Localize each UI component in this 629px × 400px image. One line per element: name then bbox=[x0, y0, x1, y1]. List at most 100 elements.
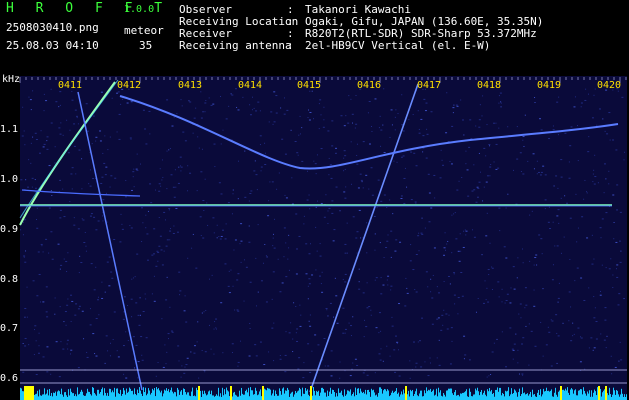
level-bar-segment bbox=[473, 394, 474, 400]
level-bar-segment bbox=[161, 390, 162, 400]
level-bar-segment bbox=[317, 391, 318, 400]
level-bar-segment bbox=[417, 395, 418, 400]
level-bar-segment bbox=[146, 395, 147, 400]
noise-speck bbox=[272, 123, 274, 125]
noise-speck bbox=[449, 283, 451, 285]
noise-speck bbox=[171, 331, 174, 333]
noise-speck bbox=[574, 280, 576, 282]
noise-speck bbox=[92, 178, 94, 180]
noise-speck bbox=[256, 189, 258, 191]
noise-speck bbox=[550, 365, 553, 367]
noise-speck bbox=[425, 271, 428, 273]
noise-speck bbox=[469, 119, 472, 121]
noise-speck bbox=[101, 215, 103, 217]
noise-speck bbox=[62, 188, 64, 190]
level-bar-segment bbox=[337, 396, 338, 400]
level-bar-segment bbox=[530, 391, 531, 400]
level-bar-segment bbox=[148, 388, 149, 400]
noise-speck bbox=[378, 127, 380, 129]
noise-speck bbox=[92, 115, 95, 117]
noise-speck bbox=[254, 344, 257, 346]
level-bar-segment bbox=[58, 390, 59, 400]
level-bar-segment bbox=[168, 389, 169, 400]
noise-speck bbox=[249, 322, 251, 324]
level-bar-segment bbox=[440, 390, 441, 400]
level-bar-segment bbox=[469, 388, 470, 400]
noise-speck bbox=[307, 343, 310, 345]
noise-speck bbox=[40, 243, 43, 245]
level-bar-segment bbox=[218, 387, 219, 400]
noise-speck bbox=[111, 97, 113, 99]
noise-speck bbox=[46, 136, 49, 138]
noise-speck bbox=[593, 296, 595, 298]
level-bar-segment bbox=[585, 393, 586, 400]
noise-speck bbox=[153, 300, 156, 302]
noise-speck bbox=[505, 207, 507, 209]
noise-speck bbox=[318, 103, 320, 105]
noise-speck bbox=[457, 250, 460, 252]
level-bar-segment bbox=[444, 394, 445, 400]
noise-speck bbox=[556, 362, 558, 364]
level-bar-segment bbox=[520, 396, 521, 400]
noise-speck bbox=[368, 306, 371, 308]
noise-speck bbox=[333, 229, 336, 231]
noise-speck bbox=[119, 241, 122, 243]
noise-speck bbox=[271, 327, 274, 329]
noise-speck bbox=[59, 133, 62, 135]
noise-speck bbox=[59, 306, 61, 308]
noise-speck bbox=[70, 320, 72, 322]
noise-speck bbox=[162, 176, 164, 178]
level-bar-segment bbox=[463, 392, 464, 400]
level-bar-segment bbox=[36, 393, 37, 400]
level-bar-segment bbox=[85, 395, 86, 400]
level-bar-segment bbox=[379, 387, 380, 400]
noise-speck bbox=[344, 273, 347, 275]
level-bar-segment bbox=[462, 392, 463, 400]
noise-speck bbox=[378, 332, 380, 334]
level-bar-segment bbox=[514, 389, 515, 400]
noise-speck bbox=[273, 247, 276, 249]
noise-speck bbox=[610, 258, 612, 260]
noise-speck bbox=[352, 362, 354, 364]
level-bar-segment bbox=[62, 394, 63, 400]
noise-speck bbox=[224, 238, 227, 240]
noise-speck bbox=[86, 130, 89, 132]
level-bar-segment bbox=[447, 390, 448, 400]
noise-speck bbox=[296, 340, 299, 342]
noise-speck bbox=[591, 117, 594, 119]
level-bar-segment bbox=[584, 390, 585, 400]
noise-speck bbox=[593, 258, 595, 260]
level-bar-segment bbox=[131, 390, 132, 400]
level-bar-segment bbox=[140, 390, 141, 400]
level-bar-segment bbox=[497, 387, 498, 400]
level-bar-segment bbox=[133, 394, 134, 400]
noise-speck bbox=[205, 99, 207, 101]
noise-speck bbox=[596, 124, 598, 126]
noise-speck bbox=[421, 217, 423, 219]
noise-speck bbox=[593, 183, 596, 185]
noise-speck bbox=[204, 351, 207, 353]
noise-speck bbox=[242, 96, 244, 98]
noise-speck bbox=[569, 145, 572, 147]
noise-speck bbox=[501, 301, 503, 303]
level-bar-segment bbox=[234, 391, 235, 400]
level-bar-segment bbox=[243, 394, 244, 400]
level-bar-segment bbox=[302, 387, 303, 400]
noise-speck bbox=[570, 306, 572, 308]
level-bar-segment bbox=[546, 387, 547, 400]
noise-speck bbox=[421, 233, 424, 235]
noise-speck bbox=[436, 286, 438, 288]
noise-speck bbox=[396, 341, 399, 343]
noise-speck bbox=[236, 279, 239, 281]
noise-speck bbox=[24, 307, 27, 309]
level-bar-segment bbox=[429, 390, 430, 400]
noise-speck bbox=[614, 366, 617, 368]
noise-speck bbox=[166, 351, 168, 353]
noise-speck bbox=[390, 230, 393, 232]
noise-speck bbox=[95, 229, 98, 231]
level-bar-segment bbox=[621, 388, 622, 400]
level-bar-segment bbox=[42, 394, 43, 400]
level-bar-segment bbox=[126, 388, 127, 400]
noise-speck bbox=[604, 130, 606, 132]
noise-speck bbox=[197, 321, 199, 323]
